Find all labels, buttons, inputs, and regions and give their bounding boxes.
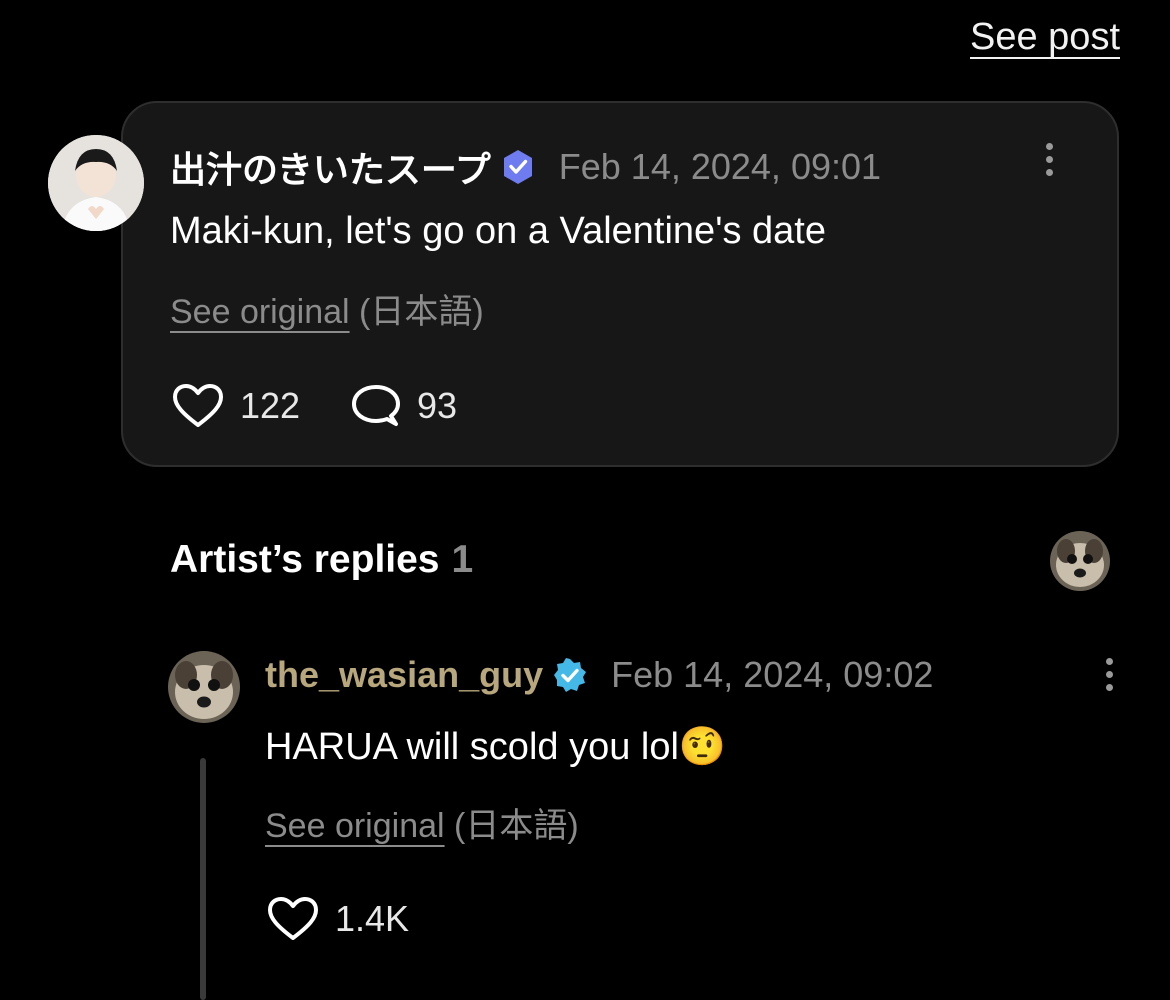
verified-badge-icon xyxy=(553,658,587,692)
verified-badge-icon xyxy=(501,149,535,185)
reply-like-count: 1.4K xyxy=(335,898,410,939)
post-original-language: (日本語) xyxy=(359,293,484,331)
reply-thread-line xyxy=(200,758,206,1000)
comment-bubble-icon xyxy=(352,385,400,426)
raised-eyebrow-emoji: 🤨 xyxy=(678,724,727,768)
reply-more-options-icon[interactable] xyxy=(1106,658,1113,691)
dog-photo-avatar xyxy=(1050,531,1110,591)
post-comment-button[interactable]: 93 xyxy=(351,383,457,429)
artist-replies-count: 1 xyxy=(451,538,474,581)
artist-replies-heading: Artist’s replies 1 xyxy=(170,538,473,582)
post-more-options-icon[interactable] xyxy=(1046,143,1053,176)
reply-timestamp: Feb 14, 2024, 09:02 xyxy=(611,654,934,695)
post-see-original-row: See original (日本語) xyxy=(170,284,484,333)
reply-see-original-link[interactable]: See original xyxy=(265,807,445,845)
dog-photo-avatar xyxy=(168,651,240,723)
reply-author-avatar[interactable] xyxy=(168,651,240,723)
post-header: 出汁のきいたスープ Feb 14, 2024, 09:01 xyxy=(170,141,881,193)
heart-icon xyxy=(173,384,223,427)
reply-text-row: HARUA will scold you lol🤨 xyxy=(265,724,726,769)
avatar-photo xyxy=(48,135,144,231)
reply-original-language: (日本語) xyxy=(454,807,579,845)
heart-icon xyxy=(268,897,318,940)
reply-author-name[interactable]: the_wasian_guy xyxy=(265,654,543,696)
artist-avatar[interactable] xyxy=(1050,531,1110,591)
reply-header: the_wasian_guy Feb 14, 2024, 09:02 xyxy=(265,654,933,696)
artist-replies-title: Artist’s replies xyxy=(170,538,440,581)
post-author-name[interactable]: 出汁のきいたスープ xyxy=(170,141,491,193)
post-timestamp: Feb 14, 2024, 09:01 xyxy=(558,146,882,187)
post-like-button[interactable]: 122 xyxy=(172,383,300,429)
post-comment-count: 93 xyxy=(417,385,458,426)
reply-text: HARUA will scold you lol xyxy=(265,726,679,768)
post-see-original-link[interactable]: See original xyxy=(170,293,350,331)
see-post-link[interactable]: See post xyxy=(970,16,1120,59)
post-like-count: 122 xyxy=(240,385,301,426)
reply-see-original-row: See original (日本語) xyxy=(265,798,579,847)
reply-like-button[interactable]: 1.4K xyxy=(267,896,409,942)
post-author-avatar[interactable] xyxy=(48,135,144,231)
post-text: Maki-kun, let's go on a Valentine's date xyxy=(170,210,826,252)
